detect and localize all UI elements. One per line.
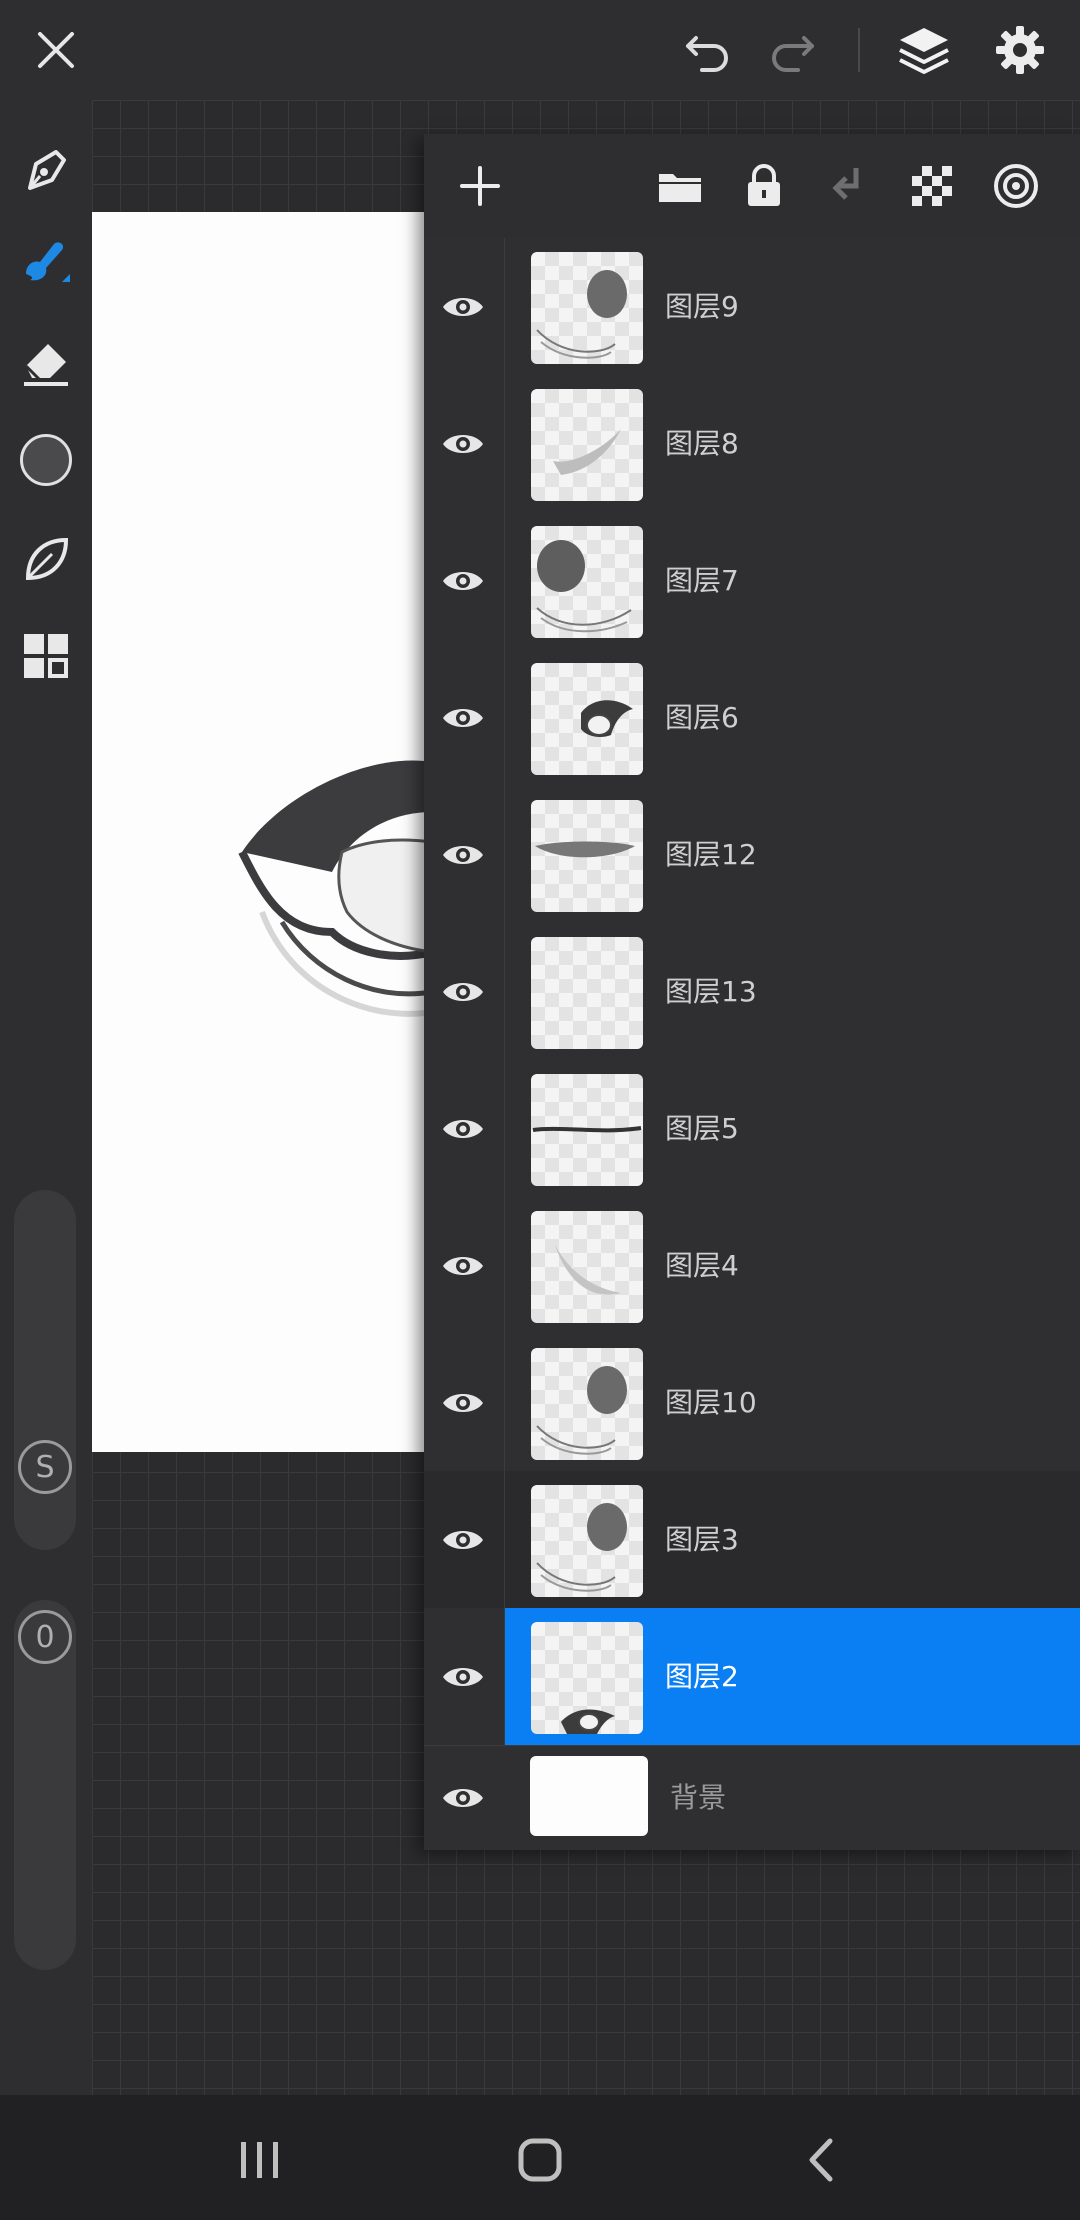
gear-icon[interactable] [988, 18, 1052, 82]
leaf-tool-icon[interactable] [16, 530, 76, 590]
layers-panel-toolbar [424, 134, 1080, 238]
layer-row[interactable]: 图层10 [424, 1334, 1080, 1472]
layer-thumbnail [531, 1485, 643, 1597]
toolbar-divider [858, 28, 860, 72]
layer-name: 图层2 [665, 1660, 739, 1693]
brush-size-knob[interactable]: S [18, 1440, 72, 1494]
layer-thumbnail [531, 937, 643, 1049]
layer-thumbnail [531, 1348, 643, 1460]
merge-down-icon[interactable] [818, 156, 878, 216]
eye-icon[interactable] [438, 830, 488, 880]
top-toolbar [0, 0, 1080, 100]
eye-icon[interactable] [438, 1515, 488, 1565]
layer-name: 图层5 [665, 1112, 739, 1145]
layer-name: 图层10 [665, 1386, 757, 1419]
layer-name: 图层9 [665, 290, 739, 323]
layer-thumbnail [531, 800, 643, 912]
layer-row-main[interactable]: 图层4 [504, 1197, 1080, 1334]
layer-row-main[interactable]: 图层8 [504, 375, 1080, 512]
brush-tool-icon[interactable] [16, 232, 76, 292]
layer-row-main[interactable]: 图层2 [504, 1608, 1080, 1745]
background-layer-row[interactable]: 背景 [424, 1746, 1080, 1850]
eye-icon[interactable] [438, 693, 488, 743]
layer-name: 图层4 [665, 1249, 739, 1282]
system-nav-bar [0, 2095, 1080, 2220]
layers-icon[interactable] [892, 18, 956, 82]
recents-icon[interactable] [220, 2125, 300, 2195]
background-layer-name: 背景 [670, 1781, 727, 1814]
grid-tool-icon[interactable] [16, 626, 76, 686]
layer-name: 图层8 [665, 427, 739, 460]
pen-tool-icon[interactable] [16, 140, 76, 200]
layer-row[interactable]: 图层8 [424, 375, 1080, 513]
opacity-slider[interactable]: 0 [14, 1600, 76, 1970]
eye-drawing [238, 760, 432, 1017]
layer-row-main[interactable]: 图层5 [504, 1060, 1080, 1197]
brush-size-slider[interactable]: S [14, 1190, 76, 1550]
layer-row-main[interactable]: 图层7 [504, 512, 1080, 649]
layer-name: 图层12 [665, 838, 757, 871]
eye-icon[interactable] [438, 419, 488, 469]
folder-icon[interactable] [650, 156, 710, 216]
layer-row-main[interactable]: 图层3 [504, 1471, 1080, 1608]
layer-row-main[interactable]: 图层10 [504, 1334, 1080, 1471]
layer-name: 图层3 [665, 1523, 739, 1556]
layer-row[interactable]: 图层3 [424, 1471, 1080, 1609]
layer-row[interactable]: 图层4 [424, 1197, 1080, 1335]
undo-icon[interactable] [676, 18, 740, 82]
active-color-swatch[interactable] [20, 434, 72, 486]
target-icon[interactable] [986, 156, 1046, 216]
layer-name: 图层6 [665, 701, 739, 734]
layer-thumbnail [531, 1211, 643, 1323]
layer-thumbnail [531, 663, 643, 775]
layer-thumbnail [531, 252, 643, 364]
layer-row[interactable]: 图层7 [424, 512, 1080, 650]
eye-icon[interactable] [438, 1241, 488, 1291]
layer-row-main[interactable]: 图层9 [504, 238, 1080, 375]
layer-row-selected[interactable]: 图层2 [424, 1608, 1080, 1746]
layer-row-main[interactable]: 图层6 [504, 649, 1080, 786]
opacity-knob[interactable]: 0 [18, 1610, 72, 1664]
layer-name: 图层7 [665, 564, 739, 597]
layer-thumbnail [531, 1622, 643, 1734]
layer-name: 图层13 [665, 975, 757, 1008]
eye-icon[interactable] [438, 1773, 488, 1823]
layer-row-main[interactable]: 图层13 [504, 923, 1080, 1060]
close-icon[interactable] [24, 18, 88, 82]
layer-thumbnail [531, 526, 643, 638]
eye-icon[interactable] [438, 1652, 488, 1702]
lock-icon[interactable] [734, 156, 794, 216]
home-icon[interactable] [500, 2125, 580, 2195]
checkerboard-icon[interactable] [902, 156, 962, 216]
eye-icon[interactable] [438, 282, 488, 332]
eye-icon[interactable] [438, 1378, 488, 1428]
plus-icon[interactable] [450, 156, 510, 216]
layer-row[interactable]: 图层6 [424, 649, 1080, 787]
layer-thumbnail [531, 389, 643, 501]
layer-thumbnail [531, 1074, 643, 1186]
layers-panel: 图层9 图层8 图层7 图层6 图层12 图层13 图层5 图层4 图层10 图… [424, 134, 1080, 1850]
eye-icon[interactable] [438, 556, 488, 606]
layer-row-main[interactable]: 图层12 [504, 786, 1080, 923]
background-thumbnail [530, 1756, 648, 1836]
layer-row[interactable]: 图层13 [424, 923, 1080, 1061]
eraser-tool-icon[interactable] [16, 332, 76, 392]
color-swatch[interactable] [16, 430, 76, 490]
eye-icon[interactable] [438, 1104, 488, 1154]
redo-icon[interactable] [760, 18, 824, 82]
back-icon[interactable] [782, 2125, 862, 2195]
left-toolbar: S 0 [0, 100, 92, 2095]
layer-row[interactable]: 图层9 [424, 238, 1080, 376]
eye-icon[interactable] [438, 967, 488, 1017]
layer-row[interactable]: 图层12 [424, 786, 1080, 924]
drawing-canvas[interactable] [92, 212, 432, 1452]
layer-row[interactable]: 图层5 [424, 1060, 1080, 1198]
